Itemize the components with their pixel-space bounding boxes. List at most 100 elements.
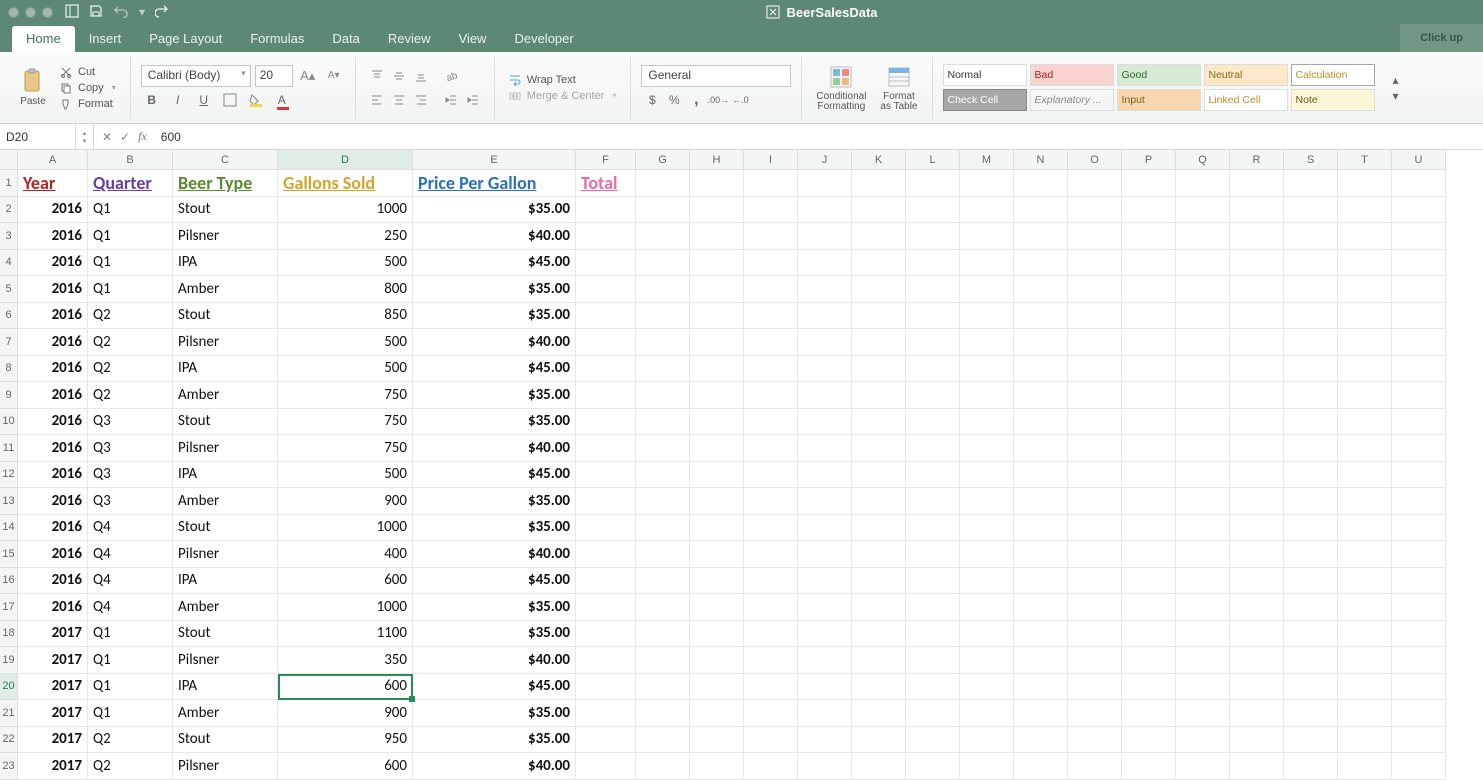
- column-header-B[interactable]: B: [88, 150, 173, 170]
- cut-button[interactable]: Cut: [56, 65, 120, 79]
- cell-F20[interactable]: [576, 674, 636, 701]
- cell-K15[interactable]: [852, 541, 906, 568]
- cell-M6[interactable]: [960, 303, 1014, 330]
- cell-F7[interactable]: [576, 329, 636, 356]
- cell-T6[interactable]: [1338, 303, 1392, 330]
- cell-S15[interactable]: [1284, 541, 1338, 568]
- column-header-S[interactable]: S: [1284, 150, 1338, 170]
- cell-K6[interactable]: [852, 303, 906, 330]
- cell-P20[interactable]: [1122, 674, 1176, 701]
- cell-D14[interactable]: 1000: [278, 515, 413, 542]
- cell-F8[interactable]: [576, 356, 636, 383]
- cell-K5[interactable]: [852, 276, 906, 303]
- tab-home[interactable]: Home: [12, 26, 75, 52]
- cell-I4[interactable]: [744, 250, 798, 277]
- cell-M13[interactable]: [960, 488, 1014, 515]
- cell-F4[interactable]: [576, 250, 636, 277]
- align-middle-icon[interactable]: [388, 65, 410, 87]
- cell-M20[interactable]: [960, 674, 1014, 701]
- cell-L1[interactable]: [906, 170, 960, 197]
- cell-M10[interactable]: [960, 409, 1014, 436]
- cell-E4[interactable]: $45.00: [413, 250, 576, 277]
- row-header-21[interactable]: 21: [0, 700, 18, 727]
- cell-G8[interactable]: [636, 356, 690, 383]
- cell-P4[interactable]: [1122, 250, 1176, 277]
- cell-R2[interactable]: [1230, 197, 1284, 224]
- cell-N11[interactable]: [1014, 435, 1068, 462]
- column-header-U[interactable]: U: [1392, 150, 1446, 170]
- cell-P6[interactable]: [1122, 303, 1176, 330]
- cell-J11[interactable]: [798, 435, 852, 462]
- cell-D11[interactable]: 750: [278, 435, 413, 462]
- cell-T9[interactable]: [1338, 382, 1392, 409]
- cell-B4[interactable]: Q1: [88, 250, 173, 277]
- cell-C11[interactable]: Pilsner: [173, 435, 278, 462]
- cell-P11[interactable]: [1122, 435, 1176, 462]
- cell-B16[interactable]: Q4: [88, 568, 173, 595]
- minimize-window-icon[interactable]: [25, 7, 36, 18]
- cell-H7[interactable]: [690, 329, 744, 356]
- percent-icon[interactable]: %: [663, 89, 685, 111]
- row-header-5[interactable]: 5: [0, 276, 18, 303]
- font-name-select[interactable]: Calibri (Body)▾: [141, 65, 251, 87]
- cell-L22[interactable]: [906, 727, 960, 754]
- cell-K7[interactable]: [852, 329, 906, 356]
- cell-K16[interactable]: [852, 568, 906, 595]
- cell-J4[interactable]: [798, 250, 852, 277]
- italic-button[interactable]: I: [167, 89, 189, 111]
- cell-A5[interactable]: 2016: [18, 276, 88, 303]
- cell-C5[interactable]: Amber: [173, 276, 278, 303]
- cell-U19[interactable]: [1392, 647, 1446, 674]
- cell-R23[interactable]: [1230, 753, 1284, 780]
- cell-G2[interactable]: [636, 197, 690, 224]
- cell-P12[interactable]: [1122, 462, 1176, 489]
- cell-L18[interactable]: [906, 621, 960, 648]
- cell-F9[interactable]: [576, 382, 636, 409]
- cell-B21[interactable]: Q1: [88, 700, 173, 727]
- cell-T4[interactable]: [1338, 250, 1392, 277]
- cell-G6[interactable]: [636, 303, 690, 330]
- cell-N5[interactable]: [1014, 276, 1068, 303]
- cancel-formula-icon[interactable]: ✕: [102, 130, 112, 144]
- cell-E20[interactable]: $45.00: [413, 674, 576, 701]
- cell-Q13[interactable]: [1176, 488, 1230, 515]
- cell-G12[interactable]: [636, 462, 690, 489]
- layout-toggle-icon[interactable]: [65, 4, 79, 21]
- confirm-formula-icon[interactable]: ✓: [120, 130, 130, 144]
- cell-O4[interactable]: [1068, 250, 1122, 277]
- cell-S14[interactable]: [1284, 515, 1338, 542]
- cell-G17[interactable]: [636, 594, 690, 621]
- conditional-formatting-button[interactable]: Conditional Formatting: [812, 62, 870, 114]
- tab-view[interactable]: View: [445, 26, 501, 52]
- cell-D16[interactable]: 600: [278, 568, 413, 595]
- cell-J8[interactable]: [798, 356, 852, 383]
- cell-N8[interactable]: [1014, 356, 1068, 383]
- cell-H3[interactable]: [690, 223, 744, 250]
- cell-C6[interactable]: Stout: [173, 303, 278, 330]
- cell-K22[interactable]: [852, 727, 906, 754]
- cell-B1[interactable]: Quarter: [88, 170, 173, 197]
- cell-M22[interactable]: [960, 727, 1014, 754]
- cell-F19[interactable]: [576, 647, 636, 674]
- cell-C16[interactable]: IPA: [173, 568, 278, 595]
- cell-D23[interactable]: 600: [278, 753, 413, 780]
- format-painter-button[interactable]: Format: [56, 97, 120, 111]
- cell-L16[interactable]: [906, 568, 960, 595]
- align-center-icon[interactable]: [388, 89, 410, 111]
- cell-N4[interactable]: [1014, 250, 1068, 277]
- cell-Q9[interactable]: [1176, 382, 1230, 409]
- cell-T18[interactable]: [1338, 621, 1392, 648]
- cell-R22[interactable]: [1230, 727, 1284, 754]
- cell-K11[interactable]: [852, 435, 906, 462]
- cell-Q8[interactable]: [1176, 356, 1230, 383]
- cell-U9[interactable]: [1392, 382, 1446, 409]
- cell-Q23[interactable]: [1176, 753, 1230, 780]
- row-header-13[interactable]: 13: [0, 488, 18, 515]
- cell-P7[interactable]: [1122, 329, 1176, 356]
- cell-A10[interactable]: 2016: [18, 409, 88, 436]
- cell-P13[interactable]: [1122, 488, 1176, 515]
- cell-O1[interactable]: [1068, 170, 1122, 197]
- cell-R19[interactable]: [1230, 647, 1284, 674]
- cell-H15[interactable]: [690, 541, 744, 568]
- cell-J7[interactable]: [798, 329, 852, 356]
